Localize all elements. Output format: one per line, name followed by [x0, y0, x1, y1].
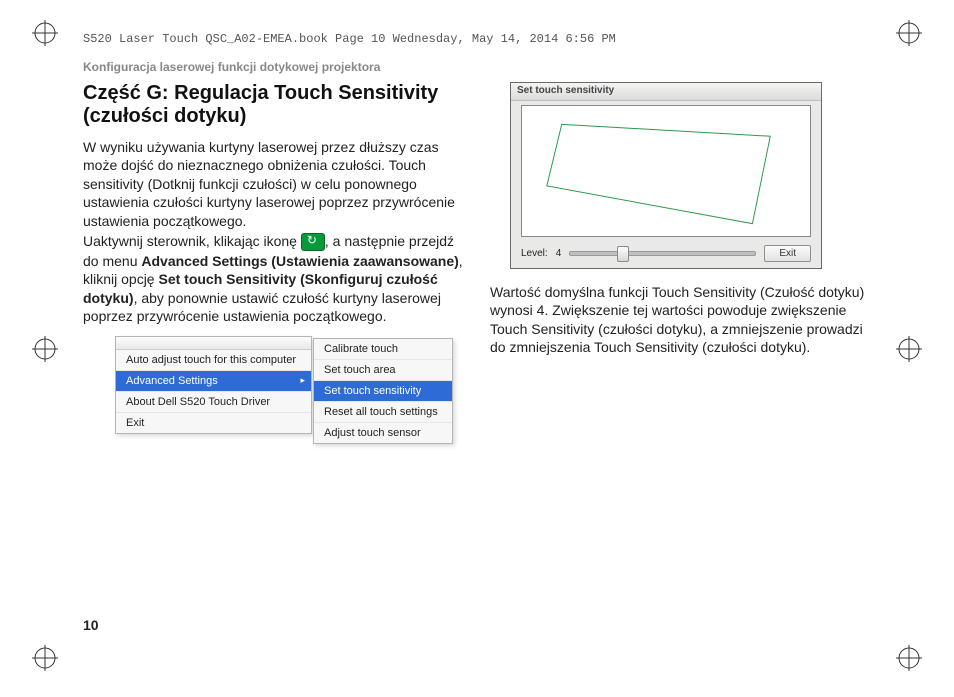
crop-mark-icon	[896, 336, 922, 362]
menu-item-exit[interactable]: Exit	[116, 413, 311, 433]
exit-button[interactable]: Exit	[764, 245, 811, 262]
crop-mark-icon	[32, 645, 58, 671]
driver-tray-icon	[301, 233, 325, 251]
figure-sensitivity-window: Set touch sensitivity Level: 4 Exit	[510, 82, 822, 269]
touch-area-canvas	[521, 105, 811, 237]
menu-header-strip	[116, 337, 311, 350]
figure-context-menus: Auto adjust touch for this computer Adva…	[115, 336, 455, 472]
section-title: Część G: Regulacja Touch Sensitivity (cz…	[83, 82, 464, 128]
body-paragraph: W wyniku używania kurtyny laserowej prze…	[83, 138, 464, 230]
menu-item-adjust-touch-sensor[interactable]: Adjust touch sensor	[314, 423, 452, 443]
crop-mark-icon	[32, 336, 58, 362]
menu-item-reset-touch-settings[interactable]: Reset all touch settings	[314, 402, 452, 423]
menu-item-auto-adjust[interactable]: Auto adjust touch for this computer	[116, 350, 311, 371]
pdf-header-line: S520 Laser Touch QSC_A02-EMEA.book Page …	[83, 32, 616, 46]
slider-thumb-icon[interactable]	[617, 246, 629, 262]
menu-item-set-touch-area[interactable]: Set touch area	[314, 360, 452, 381]
menu-item-set-touch-sensitivity[interactable]: Set touch sensitivity	[314, 381, 452, 402]
sensitivity-slider[interactable]	[569, 251, 756, 256]
menu-item-calibrate-touch[interactable]: Calibrate touch	[314, 339, 452, 360]
page-number: 10	[83, 617, 99, 633]
context-menu-primary: Auto adjust touch for this computer Adva…	[115, 336, 312, 434]
menu-item-advanced-settings[interactable]: Advanced Settings	[116, 371, 311, 392]
body-paragraph: Uaktywnij sterownik, klikając ikonę , a …	[83, 232, 464, 325]
crop-mark-icon	[896, 645, 922, 671]
level-value: 4	[556, 248, 562, 259]
body-text: Uaktywnij sterownik, klikając ikonę	[83, 233, 301, 249]
column-left: Część G: Regulacja Touch Sensitivity (cz…	[83, 82, 464, 607]
crop-mark-icon	[896, 20, 922, 46]
bold-term: Advanced Settings (Ustawienia zaawansowa…	[141, 253, 458, 269]
body-paragraph: Wartość domyślna funkcji Touch Sensitivi…	[490, 283, 871, 357]
crop-mark-icon	[32, 20, 58, 46]
running-head: Konfiguracja laserowej funkcji dotykowej…	[83, 60, 380, 74]
window-title: Set touch sensitivity	[511, 83, 821, 101]
menu-item-about-driver[interactable]: About Dell S520 Touch Driver	[116, 392, 311, 413]
body-text: , aby ponownie ustawić czułość kurtyny l…	[83, 290, 441, 324]
context-menu-submenu: Calibrate touch Set touch area Set touch…	[313, 338, 453, 444]
column-right: Set touch sensitivity Level: 4 Exit Wart…	[490, 82, 871, 607]
level-label: Level:	[521, 248, 548, 259]
